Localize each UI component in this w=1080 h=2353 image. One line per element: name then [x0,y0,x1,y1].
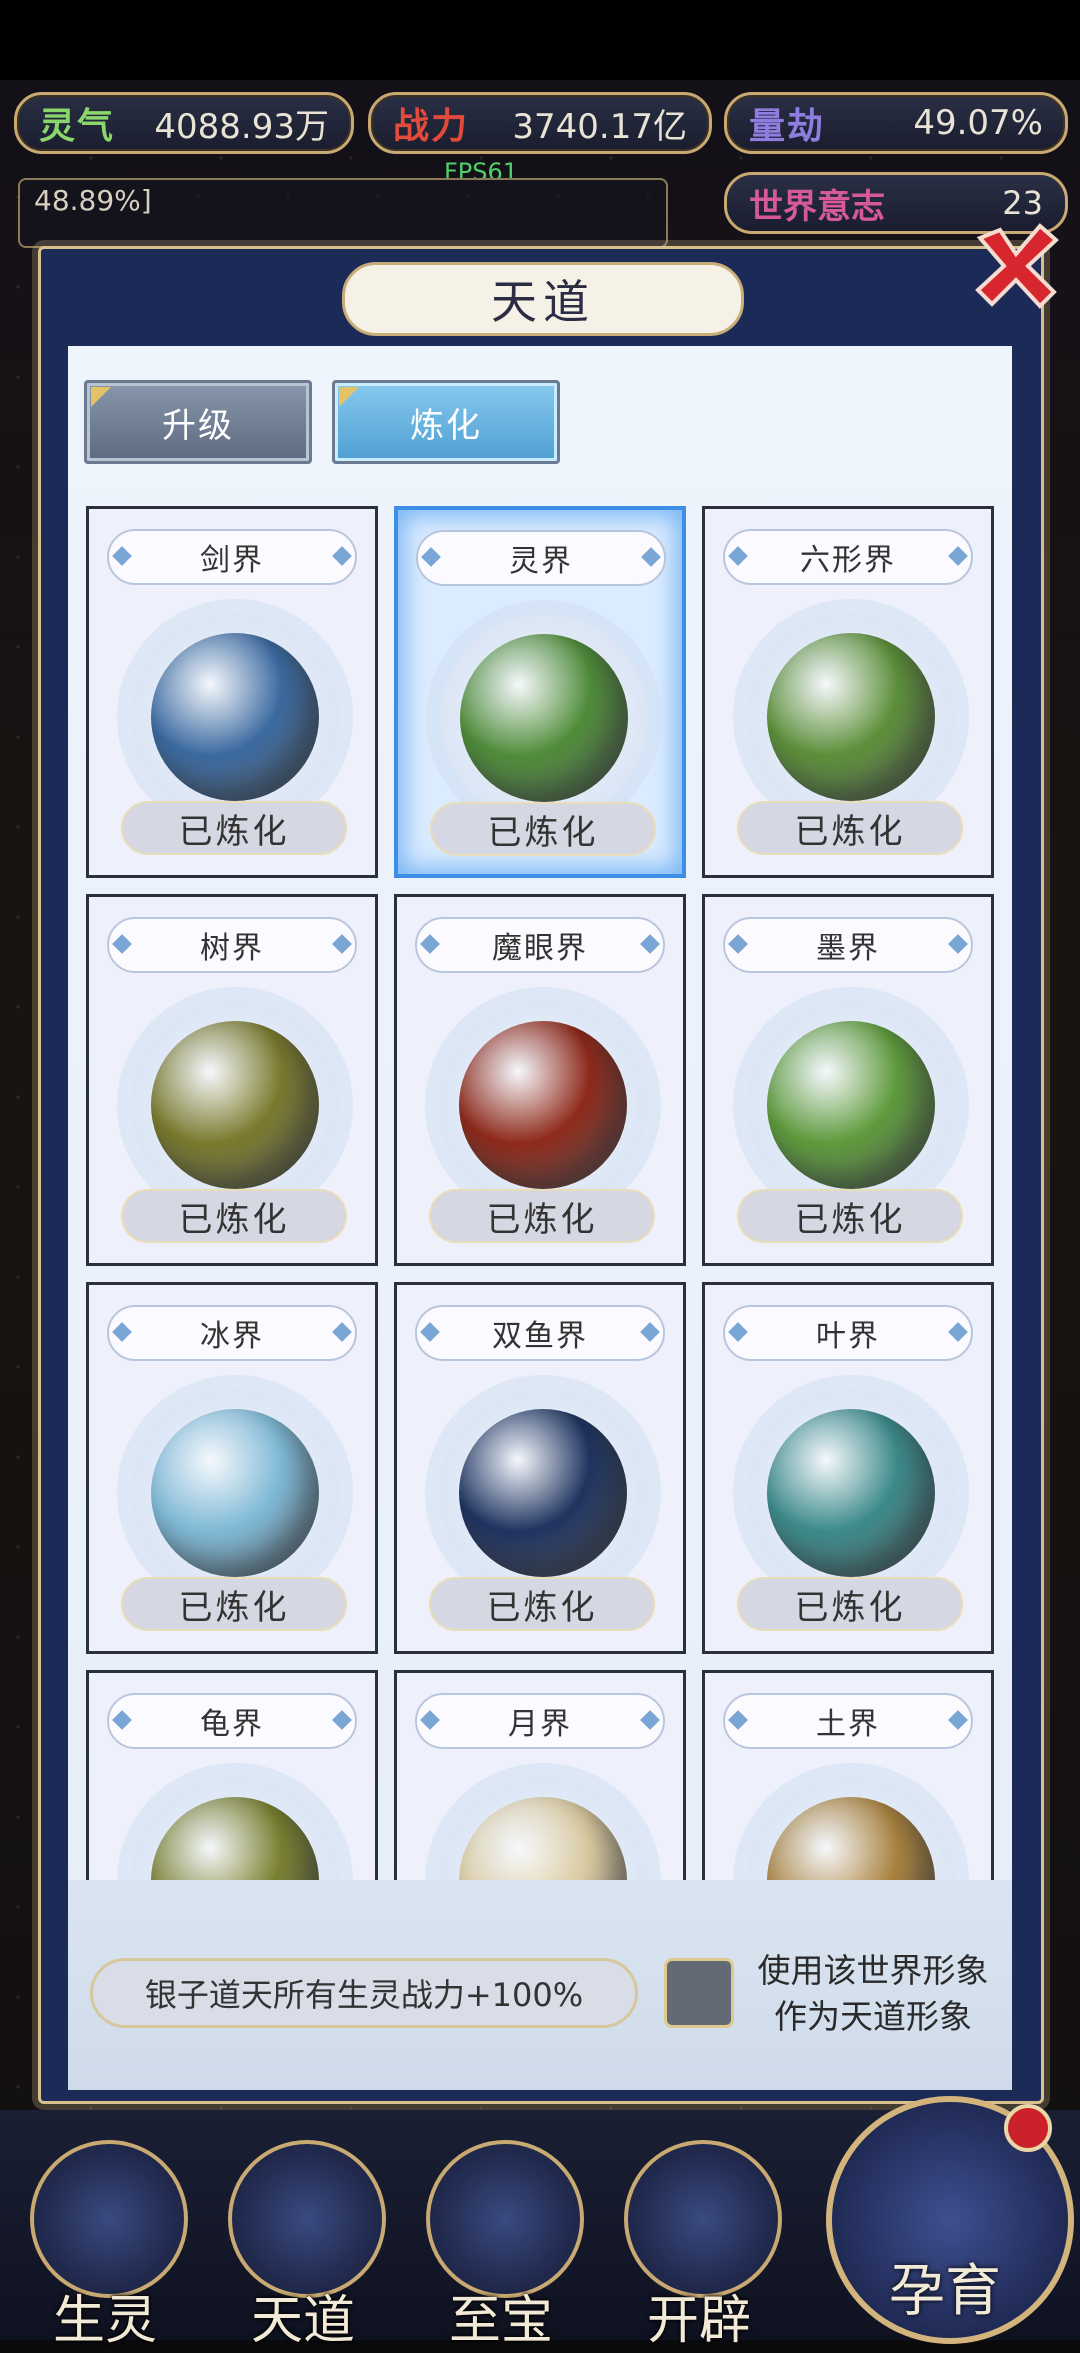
planet-icon [767,1021,935,1189]
refined-status-badge: 已炼化 [121,801,347,855]
phoenix-icon [30,2140,188,2298]
world-will-label: 世界意志 [749,186,885,227]
world-card[interactable]: 土界 [702,1670,994,1880]
stat-zhanli: 战力 3740.17亿 [368,92,712,154]
tab-refine[interactable]: 炼化 [332,380,560,464]
world-name: 剑界 [107,529,357,585]
world-card[interactable]: 双鱼界 已炼化 [394,1282,686,1654]
stat-liangjie: 量劫 49.07% [724,92,1068,154]
tab-upgrade-label: 升级 [162,405,234,446]
swirl-icon [228,2140,386,2298]
world-card[interactable]: 月界 [394,1670,686,1880]
planet-icon [151,633,319,801]
bonus-text: 银子道天所有生灵战力+100% [90,1958,638,2028]
world-name: 土界 [723,1693,973,1749]
checkbox-label-line2: 作为天道形象 [774,1997,972,2036]
world-name: 六形界 [723,529,973,585]
nav-tiandao-label: 天道 [250,2291,355,2351]
checkbox-label: 使用该世界形象 作为天道形象 [742,1948,1004,2040]
world-name: 灵界 [416,530,666,586]
refined-status-badge: 已炼化 [121,1577,347,1631]
refined-status-badge: 已炼化 [737,1189,963,1243]
use-world-image-checkbox[interactable] [664,1958,734,2028]
nav-zhibao[interactable]: 至宝 [406,2140,596,2351]
world-name: 墨界 [723,917,973,973]
nav-kaipi-label: 开辟 [646,2291,751,2351]
refined-status-badge: 已炼化 [121,1189,347,1243]
planet-icon [460,634,628,802]
world-card[interactable]: 魔眼界 已炼化 [394,894,686,1266]
planet-icon [151,1021,319,1189]
status-bar-area [0,0,1080,80]
nav-yunyu[interactable]: 孕育 [820,2096,1074,2344]
world-card[interactable]: 灵界 已炼化 [394,506,686,878]
nav-zhibao-label: 至宝 [448,2291,553,2351]
refined-status-badge: 已炼化 [430,802,656,856]
world-name: 双鱼界 [415,1305,665,1361]
planet-icon [767,1409,935,1577]
stat-liangjie-value: 49.07% [913,103,1043,143]
tab-refine-label: 炼化 [410,405,482,446]
close-icon [975,223,1059,309]
stat-lingqi-label: 灵气 [39,106,116,147]
world-grid: 剑界 已炼化 灵界 已炼化 六形界 已炼化 树界 已炼化 魔眼界 已炼化 墨界 已炼化 冰界 已炼化 双鱼界… [68,500,1012,1880]
world-name: 龟界 [107,1693,357,1749]
world-card[interactable]: 龟界 [86,1670,378,1880]
refined-status-badge: 已炼化 [429,1189,655,1243]
world-card[interactable]: 墨界 已炼化 [702,894,994,1266]
world-name: 月界 [415,1693,665,1749]
tab-corner-decoration [91,387,111,407]
world-name: 树界 [107,917,357,973]
world-card[interactable]: 剑界 已炼化 [86,506,378,878]
refined-status-badge: 已炼化 [429,1577,655,1631]
stat-zhanli-value: 3740.17亿 [512,106,687,147]
refined-status-badge: 已炼化 [737,801,963,855]
panel-title: 天道 [342,262,744,336]
planet-icon [459,1409,627,1577]
close-button[interactable] [968,218,1064,314]
message-text: 48.89%] [34,184,152,217]
world-card[interactable]: 叶界 已炼化 [702,1282,994,1654]
nav-shengling-label: 生灵 [52,2291,157,2351]
notification-dot [1004,2104,1052,2152]
world-card[interactable]: 树界 已炼化 [86,894,378,1266]
world-name: 叶界 [723,1305,973,1361]
nav-shengling[interactable]: 生灵 [10,2140,200,2351]
stat-lingqi: 灵气 4088.93万 [14,92,354,154]
world-name: 魔眼界 [415,917,665,973]
stat-zhanli-label: 战力 [393,106,470,147]
stat-liangjie-label: 量劫 [749,106,826,147]
stat-lingqi-value: 4088.93万 [154,106,329,147]
world-card[interactable]: 冰界 已炼化 [86,1282,378,1654]
planet-icon [767,633,935,801]
tab-corner-decoration [339,387,359,407]
nav-tiandao[interactable]: 天道 [208,2140,398,2351]
refined-status-badge: 已炼化 [737,1577,963,1631]
treasure-icon [426,2140,584,2298]
mountain-icon [624,2140,782,2298]
message-box: 48.89%] [18,178,668,248]
tab-upgrade[interactable]: 升级 [84,380,312,464]
planet-icon [151,1409,319,1577]
world-will-value: 23 [1002,184,1043,222]
nav-yunyu-label: 孕育 [889,2259,1001,2324]
nav-kaipi[interactable]: 开辟 [604,2140,794,2351]
world-name: 冰界 [107,1305,357,1361]
planet-icon [459,1021,627,1189]
world-card[interactable]: 六形界 已炼化 [702,506,994,878]
checkbox-label-line1: 使用该世界形象 [757,1951,989,1990]
